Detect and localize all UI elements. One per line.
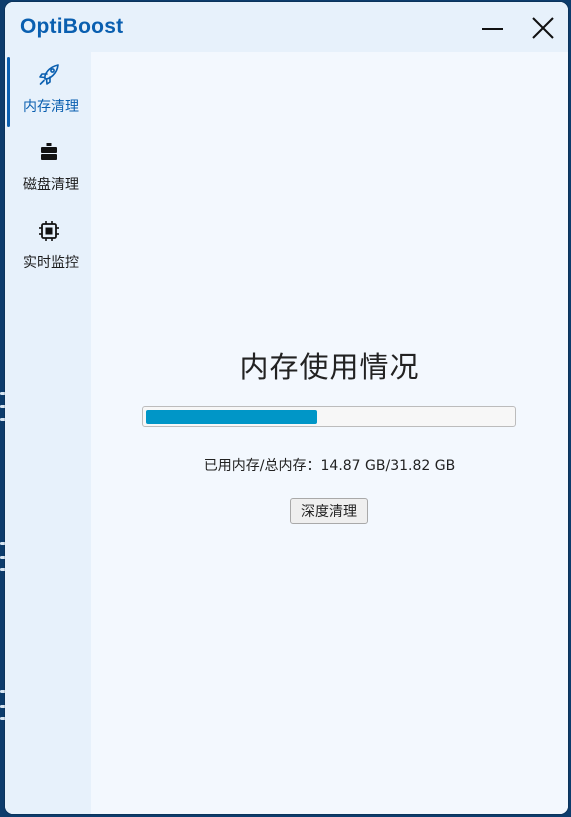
sidebar-item-realtime-monitor[interactable]: 实时监控 — [5, 208, 91, 282]
app-window: OptiBoost 内存清理 磁盘清理 实时监控 内存使用情况 已用内存/总内存… — [5, 2, 568, 814]
sidebar-item-label: 实时监控 — [23, 255, 79, 271]
deep-clean-button[interactable]: 深度清理 — [290, 498, 368, 524]
minimize-icon — [482, 28, 503, 30]
active-indicator — [7, 57, 10, 127]
app-title: OptiBoost — [20, 15, 124, 38]
chip-icon — [39, 221, 59, 241]
main-content: 内存使用情况 已用内存/总内存：14.87 GB/31.82 GB 深度清理 — [91, 52, 568, 814]
sidebar-item-label: 内存清理 — [23, 99, 79, 115]
sidebar-item-label: 磁盘清理 — [23, 177, 79, 193]
sidebar-item-memory-clean[interactable]: 内存清理 — [5, 52, 91, 127]
disk-icon — [41, 143, 57, 160]
memory-progress-fill — [146, 410, 317, 424]
sidebar: 内存清理 磁盘清理 实时监控 — [5, 52, 91, 814]
title-bar[interactable]: OptiBoost — [5, 2, 568, 52]
memory-usage-text: 已用内存/总内存：14.87 GB/31.82 GB — [203, 458, 456, 474]
minimize-button[interactable] — [474, 10, 514, 46]
memory-progress-bar — [142, 406, 516, 427]
page-title: 内存使用情况 — [239, 350, 420, 384]
rocket-icon — [39, 64, 59, 85]
close-button[interactable] — [523, 10, 563, 46]
close-icon — [532, 17, 554, 39]
sidebar-item-disk-clean[interactable]: 磁盘清理 — [5, 130, 91, 204]
